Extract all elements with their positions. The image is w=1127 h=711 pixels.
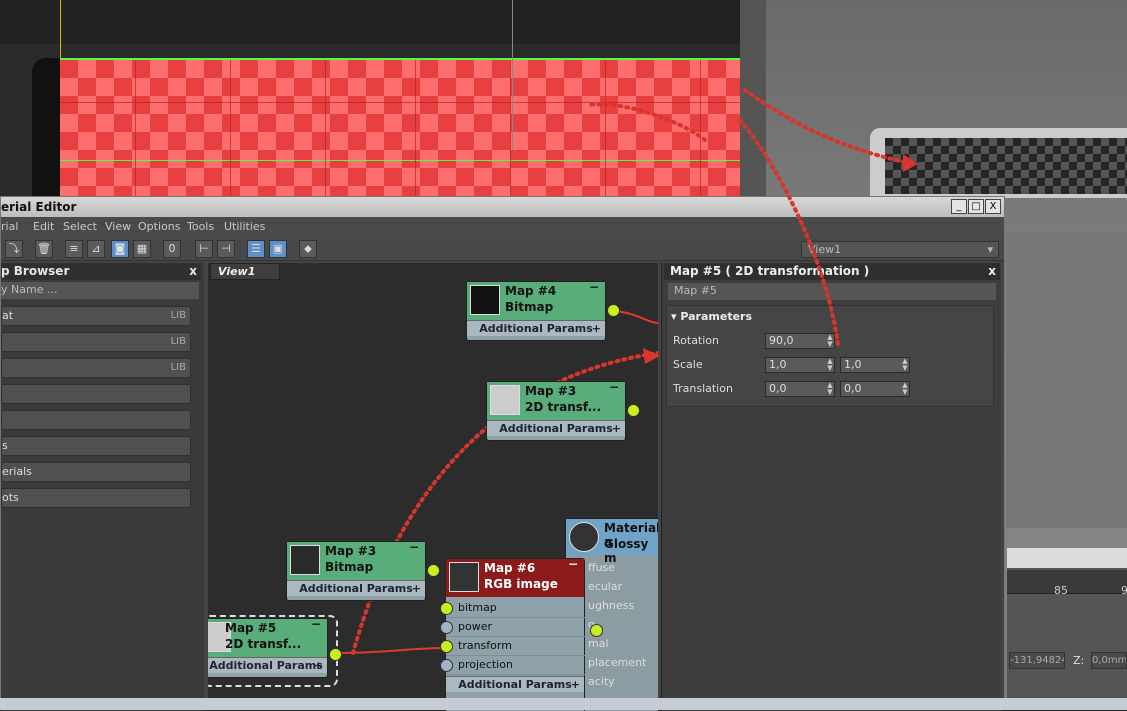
annotation-arrows bbox=[588, 88, 918, 364]
taskbar bbox=[0, 698, 1127, 710]
